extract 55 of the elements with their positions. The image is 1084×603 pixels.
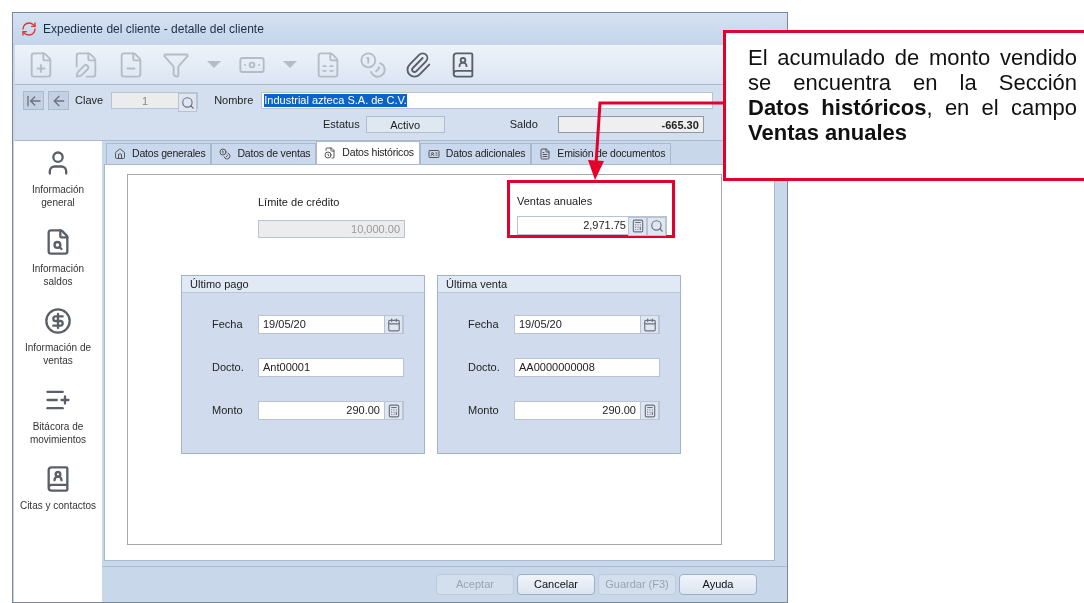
- previous-record-button[interactable]: [48, 91, 69, 110]
- nombre-label: Nombre: [214, 93, 254, 109]
- status-value: Activo: [365, 116, 445, 133]
- field-label: Docto.: [468, 360, 501, 376]
- tab[interactable]: Datos generales: [106, 143, 212, 164]
- coins-icon: [219, 148, 232, 160]
- sidebar-item[interactable]: Información de ventas: [19, 341, 97, 367]
- saldo-label: Saldo: [509, 117, 538, 133]
- paperclip-icon[interactable]: [404, 50, 432, 79]
- tab[interactable]: Datos adicionales: [419, 143, 532, 164]
- field-label: Fecha: [468, 317, 500, 333]
- calendar-icon[interactable]: [386, 317, 401, 332]
- file-clock-icon: [324, 147, 337, 159]
- dollar-coin-icon[interactable]: [44, 307, 72, 335]
- input-field[interactable]: 290.00: [258, 401, 404, 420]
- search-icon[interactable]: [180, 95, 195, 110]
- input-field[interactable]: Ant00001: [258, 358, 404, 377]
- sidebar-item[interactable]: Citas y contactos: [19, 499, 97, 512]
- home-icon: [114, 148, 126, 160]
- calculator-icon[interactable]: [386, 403, 401, 418]
- nombre-field[interactable]: Industrial azteca S.A. de C.V.: [261, 92, 714, 109]
- tab[interactable]: Datos históricos: [316, 141, 420, 164]
- balance-field: -665.30: [557, 116, 704, 133]
- field-label: Docto.: [212, 360, 245, 376]
- estatus-label: Estatus: [323, 117, 360, 133]
- group-title: Última venta: [438, 276, 680, 293]
- id-card-icon: [427, 148, 440, 160]
- input-field[interactable]: AA0000000008: [514, 358, 660, 377]
- app-icon: [21, 21, 37, 37]
- sidebar-item[interactable]: Bitácora de movimientos: [19, 420, 97, 446]
- calculator-icon[interactable]: [630, 219, 645, 233]
- input-field[interactable]: 19/05/20: [258, 315, 404, 334]
- tab[interactable]: Datos de ventas: [211, 143, 317, 164]
- calendar-icon[interactable]: [642, 317, 657, 332]
- callout-text: El acumulado de monto vendido se encuentra en la Sección Datos históricos, en el campo Ventas anuales: [748, 45, 1077, 145]
- field-label: Monto: [212, 403, 244, 419]
- dialog-button[interactable]: Cancelar: [517, 574, 595, 595]
- group-title: Último pago: [182, 276, 424, 293]
- first-record-button[interactable]: [23, 91, 44, 110]
- document-icon: [539, 148, 552, 160]
- credit-limit-field: 10,000.00: [258, 219, 405, 238]
- search-icon[interactable]: [649, 219, 664, 233]
- field-label: Monto: [468, 403, 500, 419]
- field-label: Ventas anuales: [517, 194, 594, 209]
- sidebar-item[interactable]: Información general: [19, 183, 97, 209]
- input-field[interactable]: 290.00: [514, 401, 660, 420]
- dialog-button[interactable]: Ayuda: [679, 574, 757, 595]
- clave-label: Clave: [75, 93, 104, 109]
- field-label: Límite de crédito: [258, 195, 341, 210]
- calculator-icon[interactable]: [642, 403, 657, 418]
- sidebar-item[interactable]: Información saldos: [19, 262, 97, 288]
- field-label: Fecha: [212, 317, 244, 333]
- input-field[interactable]: 19/05/20: [514, 315, 660, 334]
- window-title: Expediente del cliente - detalle del cliente: [43, 21, 264, 38]
- annual-sales-field[interactable]: 2,971.75: [517, 215, 667, 235]
